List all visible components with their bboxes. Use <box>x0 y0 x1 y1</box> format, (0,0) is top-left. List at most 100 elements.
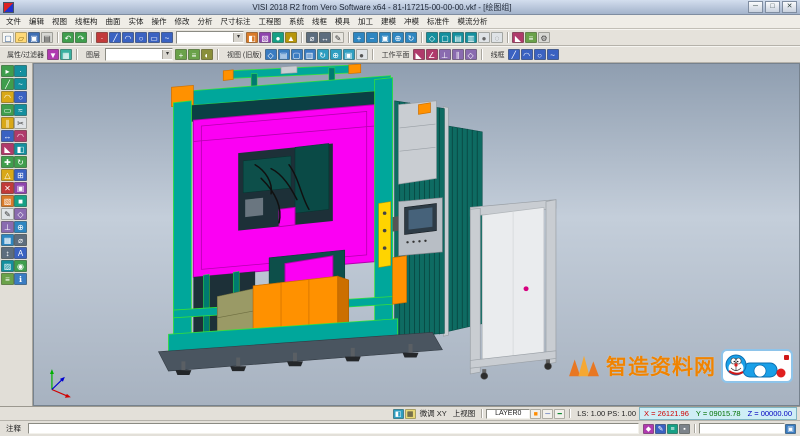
line-style-icon[interactable]: ─ <box>542 409 553 419</box>
spline-tool-icon[interactable]: ≈ <box>14 104 27 116</box>
cad-viewport-canvas[interactable] <box>34 64 799 405</box>
shaded-view-icon[interactable]: ● <box>478 32 490 43</box>
view-right-icon[interactable]: ▥ <box>304 49 316 60</box>
view-front-icon[interactable]: ▢ <box>291 49 303 60</box>
copy-tool-icon[interactable]: ⊞ <box>14 169 27 181</box>
menu-item-3[interactable]: 线框构 <box>71 16 102 27</box>
note-input[interactable] <box>28 423 639 434</box>
circle-tool-icon[interactable]: ○ <box>14 91 27 103</box>
offset-tool-icon[interactable]: ∥ <box>1 117 14 129</box>
menu-item-11[interactable]: 系统 <box>285 16 308 27</box>
measure-icon[interactable]: ⌀ <box>306 32 318 43</box>
filter-color-icon[interactable]: ▦ <box>60 49 72 60</box>
annotate-icon[interactable]: ✎ <box>332 32 344 43</box>
menu-item-6[interactable]: 操作 <box>148 16 171 27</box>
extend-tool-icon[interactable]: ↔ <box>1 130 14 142</box>
iso-view-icon[interactable]: ◇ <box>426 32 438 43</box>
solid-tool-icon[interactable]: ■ <box>14 195 27 207</box>
measure-tool-icon[interactable]: ⌀ <box>14 234 27 246</box>
solid-icon[interactable]: ▧ <box>259 32 271 43</box>
rectangle-tool-icon[interactable]: ▭ <box>1 104 14 116</box>
note-lock-icon[interactable]: ▪ <box>679 424 690 434</box>
menu-item-1[interactable]: 编辑 <box>25 16 48 27</box>
layers-icon[interactable]: ≡ <box>525 32 537 43</box>
zoom-in-icon[interactable]: + <box>353 32 365 43</box>
wire-line-icon[interactable]: ╱ <box>508 49 520 60</box>
style-combo[interactable]: ▾ <box>176 31 244 44</box>
spline-icon[interactable]: ~ <box>161 32 173 43</box>
wire-arc-icon[interactable]: ◠ <box>521 49 533 60</box>
grid-tool-icon[interactable]: ▦ <box>1 234 14 246</box>
extrude-icon[interactable]: ▲ <box>285 32 297 43</box>
layer-combo[interactable]: ▾ <box>105 48 173 61</box>
view-pan-icon[interactable]: ⊕ <box>330 49 342 60</box>
rotate-tool-icon[interactable]: ↻ <box>14 156 27 168</box>
view-top-icon[interactable]: ▤ <box>278 49 290 60</box>
sphere-icon[interactable]: ● <box>272 32 284 43</box>
wire-spline-icon[interactable]: ~ <box>547 49 559 60</box>
point-icon[interactable]: · <box>96 32 108 43</box>
layer-add-icon[interactable]: + <box>175 49 187 60</box>
info-tool-icon[interactable]: ℹ <box>14 273 27 285</box>
menu-item-15[interactable]: 建模 <box>377 16 400 27</box>
dimension-tool-icon[interactable]: ↕ <box>1 247 14 259</box>
menu-item-7[interactable]: 修改 <box>171 16 194 27</box>
menu-item-0[interactable]: 文件 <box>2 16 25 27</box>
scale-tool-icon[interactable]: △ <box>1 169 14 181</box>
hatch-tool-icon[interactable]: ▨ <box>1 260 14 272</box>
nudge-mode-label[interactable]: 微调 XY <box>417 408 450 419</box>
select-icon[interactable]: ▸ <box>1 65 14 77</box>
dimension-icon[interactable]: ↔ <box>319 32 331 43</box>
close-button[interactable]: ✕ <box>782 1 797 13</box>
menu-item-18[interactable]: 模流分析 <box>454 16 492 27</box>
trim-tool-icon[interactable]: ✂ <box>14 117 27 129</box>
menu-item-9[interactable]: 尺寸标注 <box>217 16 255 27</box>
arc-icon[interactable]: ◠ <box>122 32 134 43</box>
rotate-view-icon[interactable]: ↻ <box>405 32 417 43</box>
group-tool-icon[interactable]: ▣ <box>14 182 27 194</box>
redo-icon[interactable]: ↷ <box>75 32 87 43</box>
pan-icon[interactable]: ⊕ <box>392 32 404 43</box>
snap-toggle-icon[interactable]: ◧ <box>393 409 404 419</box>
chamfer-tool-icon[interactable]: ◣ <box>1 143 14 155</box>
line-tool-icon[interactable]: ╱ <box>1 78 14 90</box>
view-shade-icon[interactable]: ● <box>356 49 368 60</box>
open-folder-icon[interactable]: ▱ <box>15 32 27 43</box>
point-tool-icon[interactable]: · <box>14 65 27 77</box>
front-view-icon[interactable]: ▢ <box>439 32 451 43</box>
line-icon[interactable]: ╱ <box>109 32 121 43</box>
polyline-tool-icon[interactable]: ~ <box>14 78 27 90</box>
current-view-label[interactable]: 上视图 <box>450 408 479 419</box>
chevron-down-icon[interactable]: ▾ <box>162 50 172 59</box>
filter-attributes-icon[interactable]: ▼ <box>47 49 59 60</box>
zoom-out-icon[interactable]: − <box>366 32 378 43</box>
save-icon[interactable]: ▣ <box>28 32 40 43</box>
new-file-icon[interactable]: ▢ <box>2 32 14 43</box>
line-width-icon[interactable]: ━ <box>554 409 565 419</box>
wp-3points-icon[interactable]: ◇ <box>465 49 477 60</box>
command-mini-field[interactable] <box>699 423 785 434</box>
layer-manager-icon[interactable]: ≡ <box>188 49 200 60</box>
side-view-icon[interactable]: ▥ <box>465 32 477 43</box>
axis-tool-icon[interactable]: ⊥ <box>1 221 14 233</box>
arc-tool-icon[interactable]: ◠ <box>1 91 14 103</box>
fillet-tool-icon[interactable]: ◠ <box>14 130 27 142</box>
chevron-down-icon[interactable]: ▾ <box>233 33 243 42</box>
note-list-icon[interactable]: ≡ <box>667 424 678 434</box>
zoom-fit-icon[interactable]: ▣ <box>379 32 391 43</box>
wp-normal-icon[interactable]: ⊥ <box>439 49 451 60</box>
wp-angle-icon[interactable]: ∠ <box>426 49 438 60</box>
top-view-icon[interactable]: ▤ <box>452 32 464 43</box>
menu-item-12[interactable]: 线框 <box>308 16 331 27</box>
text-tool-icon[interactable]: A <box>14 247 27 259</box>
menu-item-5[interactable]: 实体 <box>125 16 148 27</box>
menu-item-8[interactable]: 分析 <box>194 16 217 27</box>
snap-tool-icon[interactable]: ⊕ <box>14 221 27 233</box>
layer-color-icon[interactable]: ■ <box>530 409 541 419</box>
sketch-tool-icon[interactable]: ✎ <box>1 208 14 220</box>
view-iso-icon[interactable]: ◇ <box>265 49 277 60</box>
surface-icon[interactable]: ◧ <box>246 32 258 43</box>
delete-tool-icon[interactable]: ✕ <box>1 182 14 194</box>
circle-icon[interactable]: ○ <box>135 32 147 43</box>
status-blue-icon[interactable]: ▣ <box>785 424 796 434</box>
